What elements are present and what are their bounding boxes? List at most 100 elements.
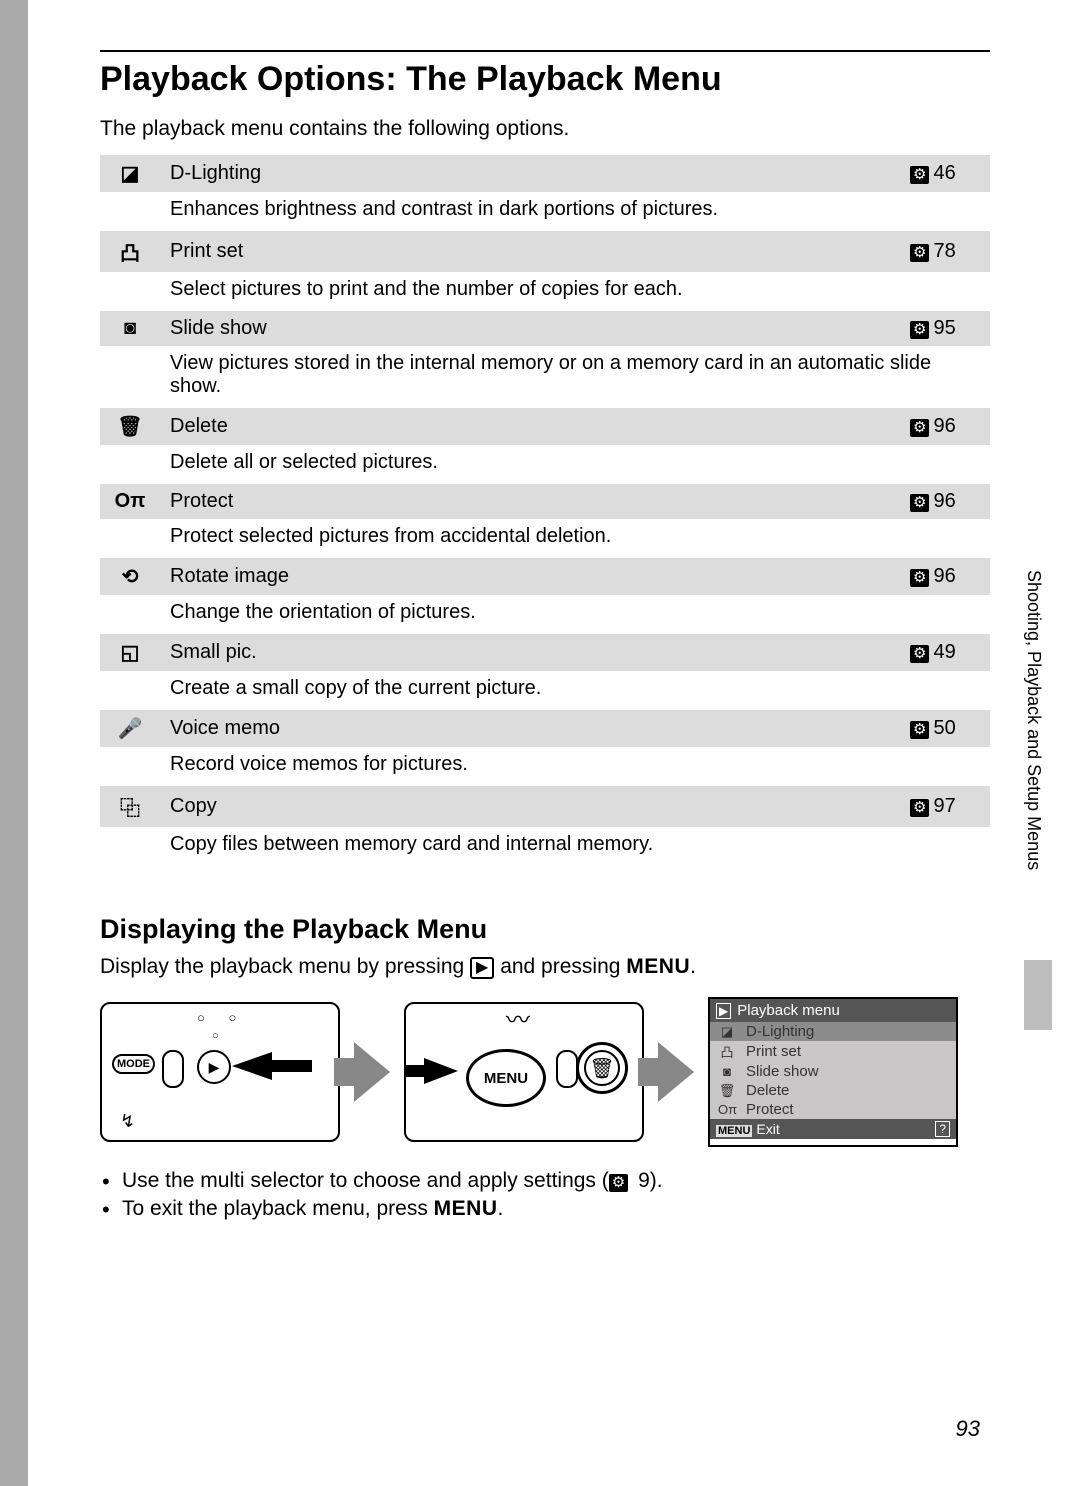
screen-item-icon: ◪ <box>718 1024 736 1040</box>
screen-footer-left: MENU Exit <box>716 1121 780 1137</box>
screen-item-icon: Oπ <box>718 1102 736 1117</box>
screen-item-icon: 🗑 <box>718 1083 736 1099</box>
arrow-to-menu <box>424 1058 458 1084</box>
screen-menu-item: OπProtect <box>710 1100 956 1119</box>
camera-back-step1: ○ ○ ○ MODE ▶ ↯ <box>100 1002 340 1142</box>
menu-item-icon: ◙ <box>100 311 160 346</box>
bullet1-post: ). <box>650 1169 663 1192</box>
menu-item-header: 凸Print set⚙78 <box>100 231 990 272</box>
menu-item-name: Print set <box>160 231 900 272</box>
bullet-2: To exit the playback menu, press MENU. <box>122 1197 990 1221</box>
camera-pill-button <box>162 1050 184 1088</box>
screen-exit-label: Exit <box>756 1121 779 1137</box>
camera-pill-button-2 <box>556 1050 578 1088</box>
screen-item-label: Slide show <box>746 1063 819 1080</box>
ref-icon: ⚙ <box>910 569 929 587</box>
screen-help-icon: ? <box>935 1121 950 1137</box>
menu-item-name: Voice memo <box>160 710 900 747</box>
menu-item-desc-row: Create a small copy of the current pictu… <box>100 671 990 710</box>
ref-icon: ⚙ <box>910 645 929 663</box>
menu-item-desc-row: Delete all or selected pictures. <box>100 445 990 484</box>
menu-item-icon: Oπ <box>100 484 160 519</box>
intro-text: The playback menu contains the following… <box>100 117 990 141</box>
screen-item-icon: 凸 <box>718 1042 736 1061</box>
screen-menu-item: 凸 Print set <box>710 1041 956 1062</box>
ref-icon: ⚙ <box>910 244 929 262</box>
menu-item-page-ref: ⚙96 <box>900 558 990 595</box>
ref-icon: ⚙ <box>910 321 929 339</box>
menu-item-desc: Change the orientation of pictures. <box>160 595 990 634</box>
menu-item-desc: Delete all or selected pictures. <box>160 445 990 484</box>
camera-top-dots: ○ ○ <box>197 1010 246 1025</box>
menu-word-2: MENU <box>434 1197 498 1220</box>
menu-item-name: Delete <box>160 408 900 445</box>
menu-item-desc: Record voice memos for pictures. <box>160 747 990 786</box>
ref-icon: ⚙ <box>609 1174 628 1192</box>
screen-menu-item: ◙ Slide show <box>710 1062 956 1081</box>
playback-menu-table: ◪D-Lighting⚙46Enhances brightness and co… <box>100 155 990 866</box>
menu-item-icon: 🎤 <box>100 710 160 747</box>
instr-post: . <box>690 955 696 978</box>
menu-item-page-ref: ⚙46 <box>900 155 990 192</box>
step-arrow-2 <box>658 1042 694 1102</box>
menu-item-desc-row: Enhances brightness and contrast in dark… <box>100 192 990 231</box>
menu-item-desc-row: View pictures stored in the internal mem… <box>100 346 990 408</box>
menu-item-header: 🗑Delete⚙96 <box>100 408 990 445</box>
menu-item-name: Small pic. <box>160 634 900 671</box>
menu-item-icon: ⿻ <box>100 786 160 827</box>
bullet1-page: 9 <box>638 1169 650 1192</box>
menu-item-name: Slide show <box>160 311 900 346</box>
lcd-screen-mockup: ▶ Playback menu ◪D-Lighting凸Print set◙Sl… <box>708 997 958 1147</box>
illustration-row: ○ ○ ○ MODE ▶ ↯ 〰 MENU 🗑 ▶ Playback menu … <box>100 997 990 1147</box>
menu-item-header: ◪D-Lighting⚙46 <box>100 155 990 192</box>
displaying-heading: Displaying the Playback Menu <box>100 914 990 945</box>
side-chapter-label: Shooting, Playback and Setup Menus <box>1023 570 1044 870</box>
screen-menu-badge: MENU <box>716 1125 752 1137</box>
screen-item-label: Print set <box>746 1043 801 1060</box>
menu-item-name: D-Lighting <box>160 155 900 192</box>
screen-item-label: Delete <box>746 1082 789 1099</box>
ref-icon: ⚙ <box>910 494 929 512</box>
menu-item-page-ref: ⚙49 <box>900 634 990 671</box>
menu-item-desc: Create a small copy of the current pictu… <box>160 671 990 710</box>
menu-item-header: 🎤Voice memo⚙50 <box>100 710 990 747</box>
menu-item-header: OπProtect⚙96 <box>100 484 990 519</box>
displaying-instruction: Display the playback menu by pressing ▶ … <box>100 955 990 979</box>
menu-item-icon: 凸 <box>100 231 160 272</box>
trash-icon: 🗑 <box>584 1050 620 1086</box>
menu-item-desc: Select pictures to print and the number … <box>160 272 990 311</box>
menu-item-desc: Enhances brightness and contrast in dark… <box>160 192 990 231</box>
screen-playback-icon: ▶ <box>716 1003 731 1019</box>
instr-mid: and pressing <box>500 955 626 978</box>
arrow-to-play <box>232 1052 272 1080</box>
menu-item-header: ⿻Copy⚙97 <box>100 786 990 827</box>
menu-item-icon: ◪ <box>100 155 160 192</box>
menu-item-icon: ◱ <box>100 634 160 671</box>
instr-pre: Display the playback menu by pressing <box>100 955 470 978</box>
bullet2-post: . <box>498 1197 504 1220</box>
bullet-1: Use the multi selector to choose and app… <box>122 1169 990 1193</box>
step-arrow-1 <box>354 1042 390 1102</box>
page-title: Playback Options: The Playback Menu <box>100 60 990 99</box>
menu-item-desc: Protect selected pictures from accidenta… <box>160 519 990 558</box>
menu-item-desc-row: Change the orientation of pictures. <box>100 595 990 634</box>
camera-back-step2: 〰 MENU 🗑 <box>404 1002 644 1142</box>
menu-item-desc-row: Record voice memos for pictures. <box>100 747 990 786</box>
menu-item-page-ref: ⚙97 <box>900 786 990 827</box>
menu-button-word: MENU <box>626 955 690 978</box>
menu-item-name: Rotate image <box>160 558 900 595</box>
camera-top-mic-icon: 〰 <box>506 1002 530 1035</box>
menu-item-name: Protect <box>160 484 900 519</box>
menu-item-page-ref: ⚙50 <box>900 710 990 747</box>
menu-item-name: Copy <box>160 786 900 827</box>
ref-icon: ⚙ <box>910 721 929 739</box>
screen-item-icon: ◙ <box>718 1064 736 1079</box>
top-rule <box>100 50 990 52</box>
menu-item-header: ⟲Rotate image⚙96 <box>100 558 990 595</box>
ref-icon: ⚙ <box>910 419 929 437</box>
side-tab-marker <box>1024 960 1052 1030</box>
playback-icon: ▶ <box>470 957 494 979</box>
menu-item-page-ref: ⚙95 <box>900 311 990 346</box>
menu-item-header: ◱Small pic.⚙49 <box>100 634 990 671</box>
screen-menu-item: ◪D-Lighting <box>710 1022 956 1041</box>
